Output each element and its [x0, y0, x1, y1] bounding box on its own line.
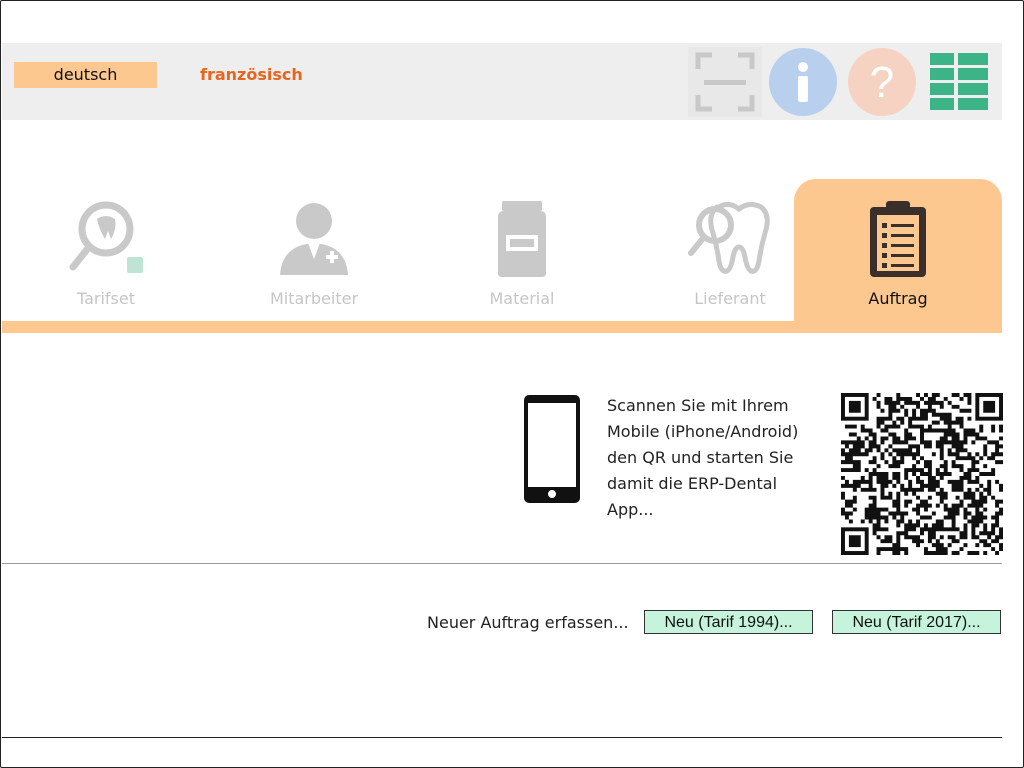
clipboard-icon: [870, 201, 926, 277]
language-franzoesisch-button[interactable]: französisch: [200, 62, 303, 88]
help-button[interactable]: ?: [845, 47, 919, 117]
tab-tarifset[interactable]: Tarifset: [2, 179, 210, 321]
new-order-1994-button[interactable]: Neu (Tarif 1994)...: [644, 610, 813, 634]
tab-material[interactable]: Material: [418, 179, 626, 321]
tab-mitarbeiter[interactable]: Mitarbeiter: [210, 179, 418, 321]
tab-label: Mitarbeiter: [269, 289, 359, 308]
new-order-label: Neuer Auftrag erfassen...: [427, 613, 629, 632]
tooth-magnifier-icon: [69, 201, 143, 273]
info-button[interactable]: [766, 47, 840, 117]
scan-instructions: Scannen Sie mit Ihrem Mobile (iPhone/And…: [607, 396, 799, 519]
divider: [2, 737, 1002, 738]
smartphone-icon: [524, 395, 580, 503]
tab-auftrag[interactable]: Auftrag: [794, 179, 1002, 321]
tab-label: Auftrag: [868, 289, 928, 308]
jar-icon: [498, 201, 546, 277]
qr-code: [841, 393, 1003, 555]
language-deutsch-button[interactable]: deutsch: [14, 62, 157, 88]
tab-label: Material: [489, 289, 555, 308]
top-bar: deutsch französisch ?: [2, 43, 1002, 120]
scan-frame-icon: [695, 52, 755, 112]
new-order-2017-button[interactable]: Neu (Tarif 2017)...: [832, 610, 1001, 634]
question-icon: ?: [848, 48, 916, 116]
svg-text:?: ?: [870, 58, 894, 107]
tab-label: Tarifset: [76, 289, 136, 308]
app-frame: deutsch französisch ? Tarifset Mitarbeit…: [0, 0, 1024, 768]
grid-icon: [930, 53, 988, 110]
info-icon: [769, 48, 837, 116]
grid-menu-button[interactable]: [926, 47, 1000, 117]
module-tabs: Tarifset Mitarbeiter Material Lieferant …: [2, 179, 1002, 333]
tab-underline: [2, 321, 1002, 333]
divider: [2, 563, 1002, 564]
doctor-icon: [280, 203, 348, 275]
tooth-search-icon: [688, 201, 770, 274]
scan-button[interactable]: [688, 47, 762, 117]
